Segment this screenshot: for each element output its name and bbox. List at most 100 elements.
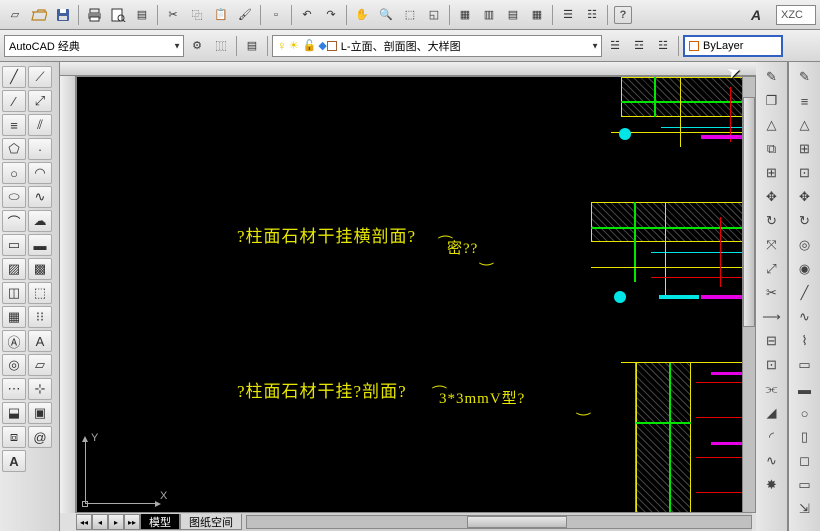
open-icon[interactable] xyxy=(28,4,50,26)
zoom-realtime-icon[interactable]: 🔍 xyxy=(375,4,397,26)
mline-tool[interactable]: ≡ xyxy=(2,114,26,136)
scroll-thumb[interactable] xyxy=(743,97,755,327)
rect-tool[interactable]: ▭ xyxy=(2,234,26,256)
mtext-tool[interactable]: Ⓐ xyxy=(2,330,26,352)
move-tool[interactable]: ✥ xyxy=(760,186,784,208)
polygon-tool[interactable]: ⬠ xyxy=(2,138,26,160)
blend-tool[interactable]: ∿ xyxy=(760,450,784,472)
sheetset-icon[interactable]: ▥ xyxy=(478,4,500,26)
layer-state-icon[interactable]: ☱ xyxy=(604,35,626,57)
angle-icon[interactable]: △ xyxy=(793,114,817,136)
highlighter-icon[interactable]: ✎ xyxy=(793,66,817,88)
hatch-tool[interactable]: ▨ xyxy=(2,258,26,280)
chamfer-tool[interactable]: ◢ xyxy=(760,402,784,424)
table-tool[interactable]: ▦ xyxy=(2,306,26,328)
xline-tool[interactable]: ∕ xyxy=(2,90,26,112)
redo-icon[interactable]: ↷ xyxy=(320,4,342,26)
wblock-tool[interactable]: ⧈ xyxy=(2,426,26,448)
group-icon[interactable]: ☰ xyxy=(557,4,579,26)
export-icon[interactable]: ⇲ xyxy=(793,498,817,520)
nav2-icon[interactable]: ◉ xyxy=(793,258,817,280)
pan-cross-icon[interactable]: ✥ xyxy=(793,186,817,208)
pan-icon[interactable]: ✋ xyxy=(351,4,373,26)
pline-tool[interactable]: ⟋ xyxy=(28,66,52,88)
block-tool[interactable]: ▣ xyxy=(28,402,52,424)
earc-tool[interactable]: ⌒ xyxy=(2,210,26,232)
explode-tool[interactable]: ✸ xyxy=(760,474,784,496)
orbit-icon[interactable]: ↻ xyxy=(793,210,817,232)
insert-tool[interactable]: ⬓ xyxy=(2,402,26,424)
gradient-tool[interactable]: ▩ xyxy=(28,258,52,280)
last-tab-button[interactable]: ▸▸ xyxy=(124,514,140,530)
layer-prev-icon[interactable]: ☳ xyxy=(652,35,674,57)
circle-tool[interactable]: ○ xyxy=(2,162,26,184)
panel2-icon[interactable]: ▬ xyxy=(793,378,817,400)
publish-icon[interactable]: ▤ xyxy=(131,4,153,26)
fillet-tool[interactable]: ◜ xyxy=(760,426,784,448)
workspace-dropdown[interactable]: AutoCAD 经典 ▼ xyxy=(4,35,184,57)
vcurve-icon[interactable]: ∿ xyxy=(793,306,817,328)
offset-tool[interactable]: ⧉ xyxy=(760,138,784,160)
extend-tool[interactable]: ⟶ xyxy=(760,306,784,328)
mask-tool[interactable]: ▱ xyxy=(28,354,52,376)
layer-manager-icon[interactable]: ▤ xyxy=(241,35,263,57)
next-tab-button[interactable]: ▸ xyxy=(108,514,124,530)
breakat-tool[interactable]: ⊡ xyxy=(760,354,784,376)
multi-tool[interactable]: ⫽ xyxy=(28,114,52,136)
bigA-tool[interactable]: A xyxy=(2,450,26,472)
line-tool[interactable]: ╱ xyxy=(2,66,26,88)
textstyle-button[interactable]: A xyxy=(742,4,770,26)
matchprop-icon[interactable]: 🖌 xyxy=(234,4,256,26)
solid-tool[interactable]: ▬ xyxy=(28,234,52,256)
ungroup-icon[interactable]: ☷ xyxy=(581,4,603,26)
tab-model[interactable]: 模型 xyxy=(140,514,180,530)
distance-icon[interactable]: ≡ xyxy=(793,90,817,112)
undo-icon[interactable]: ↶ xyxy=(296,4,318,26)
print-icon[interactable] xyxy=(83,4,105,26)
circle2-icon[interactable]: ○ xyxy=(793,402,817,424)
copy-tool[interactable]: ❐ xyxy=(760,90,784,112)
join-tool[interactable]: ⫘ xyxy=(760,378,784,400)
stretch-tool[interactable]: ⤢ xyxy=(760,258,784,280)
new-icon[interactable]: ▱ xyxy=(4,4,26,26)
zoom-prev-icon[interactable]: ◱ xyxy=(423,4,445,26)
dtext-tool[interactable]: A xyxy=(28,330,52,352)
panel3-icon[interactable]: ▯ xyxy=(793,426,817,448)
scale-tool[interactable]: ⤧ xyxy=(760,234,784,256)
cloud-tool[interactable]: ☁ xyxy=(28,210,52,232)
properties-icon[interactable]: ▦ xyxy=(454,4,476,26)
nav1-icon[interactable]: ◎ xyxy=(793,234,817,256)
zoom-window-icon[interactable]: ⬚ xyxy=(399,4,421,26)
ray-tool[interactable]: ⤢ xyxy=(28,90,52,112)
blockedit-icon[interactable]: ▫ xyxy=(265,4,287,26)
point-tool[interactable]: · xyxy=(28,138,52,160)
donut-tool[interactable]: ◎ xyxy=(2,354,26,376)
workspace-settings-icon[interactable]: ⚙ xyxy=(186,35,208,57)
preview-icon[interactable] xyxy=(107,4,129,26)
rotate-tool[interactable]: ↻ xyxy=(760,210,784,232)
tab-paperspace[interactable]: 图纸空间 xyxy=(180,514,242,530)
copy-icon[interactable]: ⿻ xyxy=(186,4,208,26)
save-icon[interactable] xyxy=(52,4,74,26)
arc-tool[interactable]: ◠ xyxy=(28,162,52,184)
divide-tool[interactable]: ⋯ xyxy=(2,378,26,400)
mirror-tool[interactable]: △ xyxy=(760,114,784,136)
ellipse-tool[interactable]: ⬭ xyxy=(2,186,26,208)
color-dropdown[interactable]: ByLayer xyxy=(683,35,783,57)
toolpal-icon[interactable]: ▤ xyxy=(502,4,524,26)
vspline-icon[interactable]: ⌇ xyxy=(793,330,817,352)
workspace-save-icon[interactable]: ⿲ xyxy=(210,35,232,57)
trim-tool[interactable]: ✂ xyxy=(760,282,784,304)
attdef-tool[interactable]: @ xyxy=(28,426,52,448)
break-tool[interactable]: ⊟ xyxy=(760,330,784,352)
region-tool[interactable]: ◫ xyxy=(2,282,26,304)
first-tab-button[interactable]: ◂◂ xyxy=(76,514,92,530)
vline-icon[interactable]: ╱ xyxy=(793,282,817,304)
square2-icon[interactable]: ◻ xyxy=(793,450,817,472)
prev-tab-button[interactable]: ◂ xyxy=(92,514,108,530)
grid2-icon[interactable]: ⊡ xyxy=(793,162,817,184)
grid1-icon[interactable]: ⊞ xyxy=(793,138,817,160)
panel4-icon[interactable]: ▭ xyxy=(793,474,817,496)
quickcalc-icon[interactable]: ▦ xyxy=(526,4,548,26)
scrollbar-horizontal[interactable] xyxy=(246,515,752,529)
